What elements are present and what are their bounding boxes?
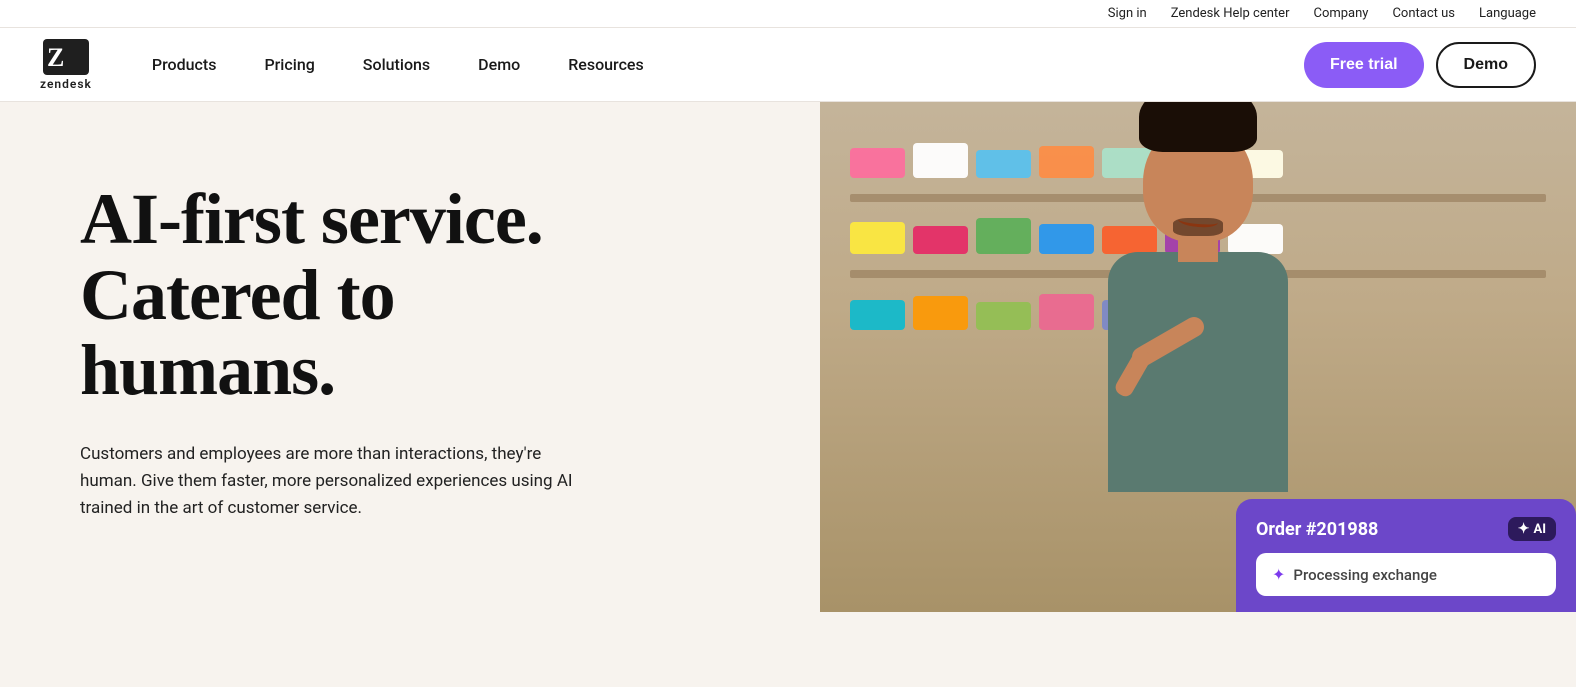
- ai-badge: ✦ AI: [1508, 517, 1556, 541]
- processing-sparkle-icon: ✦: [1272, 565, 1285, 584]
- ai-label-text: AI: [1533, 522, 1546, 537]
- help-center-link[interactable]: Zendesk Help center: [1171, 6, 1290, 21]
- ai-sparkle-icon: ✦: [1518, 521, 1530, 537]
- hero-subtext: Customers and employees are more than in…: [80, 441, 580, 523]
- logo[interactable]: Z zendesk: [40, 39, 92, 91]
- hero-heading-line3: humans.: [80, 330, 335, 410]
- sign-in-link[interactable]: Sign in: [1108, 6, 1147, 21]
- nav-demo[interactable]: Demo: [478, 55, 520, 74]
- hero-section: AI-first service. Catered to humans. Cus…: [0, 102, 1576, 612]
- processing-text: Processing exchange: [1293, 566, 1436, 584]
- nav-pricing[interactable]: Pricing: [264, 55, 314, 74]
- logo-text: zendesk: [40, 77, 92, 91]
- nav-products[interactable]: Products: [152, 55, 217, 74]
- language-link[interactable]: Language: [1479, 6, 1536, 21]
- hero-heading: AI-first service. Catered to humans.: [80, 182, 780, 409]
- company-link[interactable]: Company: [1313, 6, 1368, 21]
- nav-actions: Free trial Demo: [1304, 42, 1536, 88]
- order-card: Order #201988 ✦ AI ✦ Processing exchange: [1236, 499, 1576, 612]
- utility-bar: Sign in Zendesk Help center Company Cont…: [0, 0, 1576, 28]
- order-card-body: ✦ Processing exchange: [1256, 553, 1556, 596]
- nav-resources[interactable]: Resources: [568, 55, 644, 74]
- hero-heading-line2: Catered to: [80, 255, 395, 335]
- hero-heading-line1: AI-first service.: [80, 179, 543, 259]
- contact-us-link[interactable]: Contact us: [1392, 6, 1455, 21]
- hero-left: AI-first service. Catered to humans. Cus…: [0, 102, 820, 582]
- svg-text:Z: Z: [47, 43, 64, 72]
- hero-right: Order #201988 ✦ AI ✦ Processing exchange: [820, 102, 1576, 612]
- zendesk-logo-icon: Z: [43, 39, 89, 75]
- nav-solutions[interactable]: Solutions: [363, 55, 430, 74]
- nav-links: Products Pricing Solutions Demo Resource…: [152, 55, 1304, 74]
- order-card-header: Order #201988 ✦ AI: [1256, 517, 1556, 541]
- main-navbar: Z zendesk Products Pricing Solutions Dem…: [0, 28, 1576, 102]
- order-number: Order #201988: [1256, 519, 1378, 540]
- free-trial-button[interactable]: Free trial: [1304, 42, 1424, 88]
- demo-button[interactable]: Demo: [1436, 42, 1536, 88]
